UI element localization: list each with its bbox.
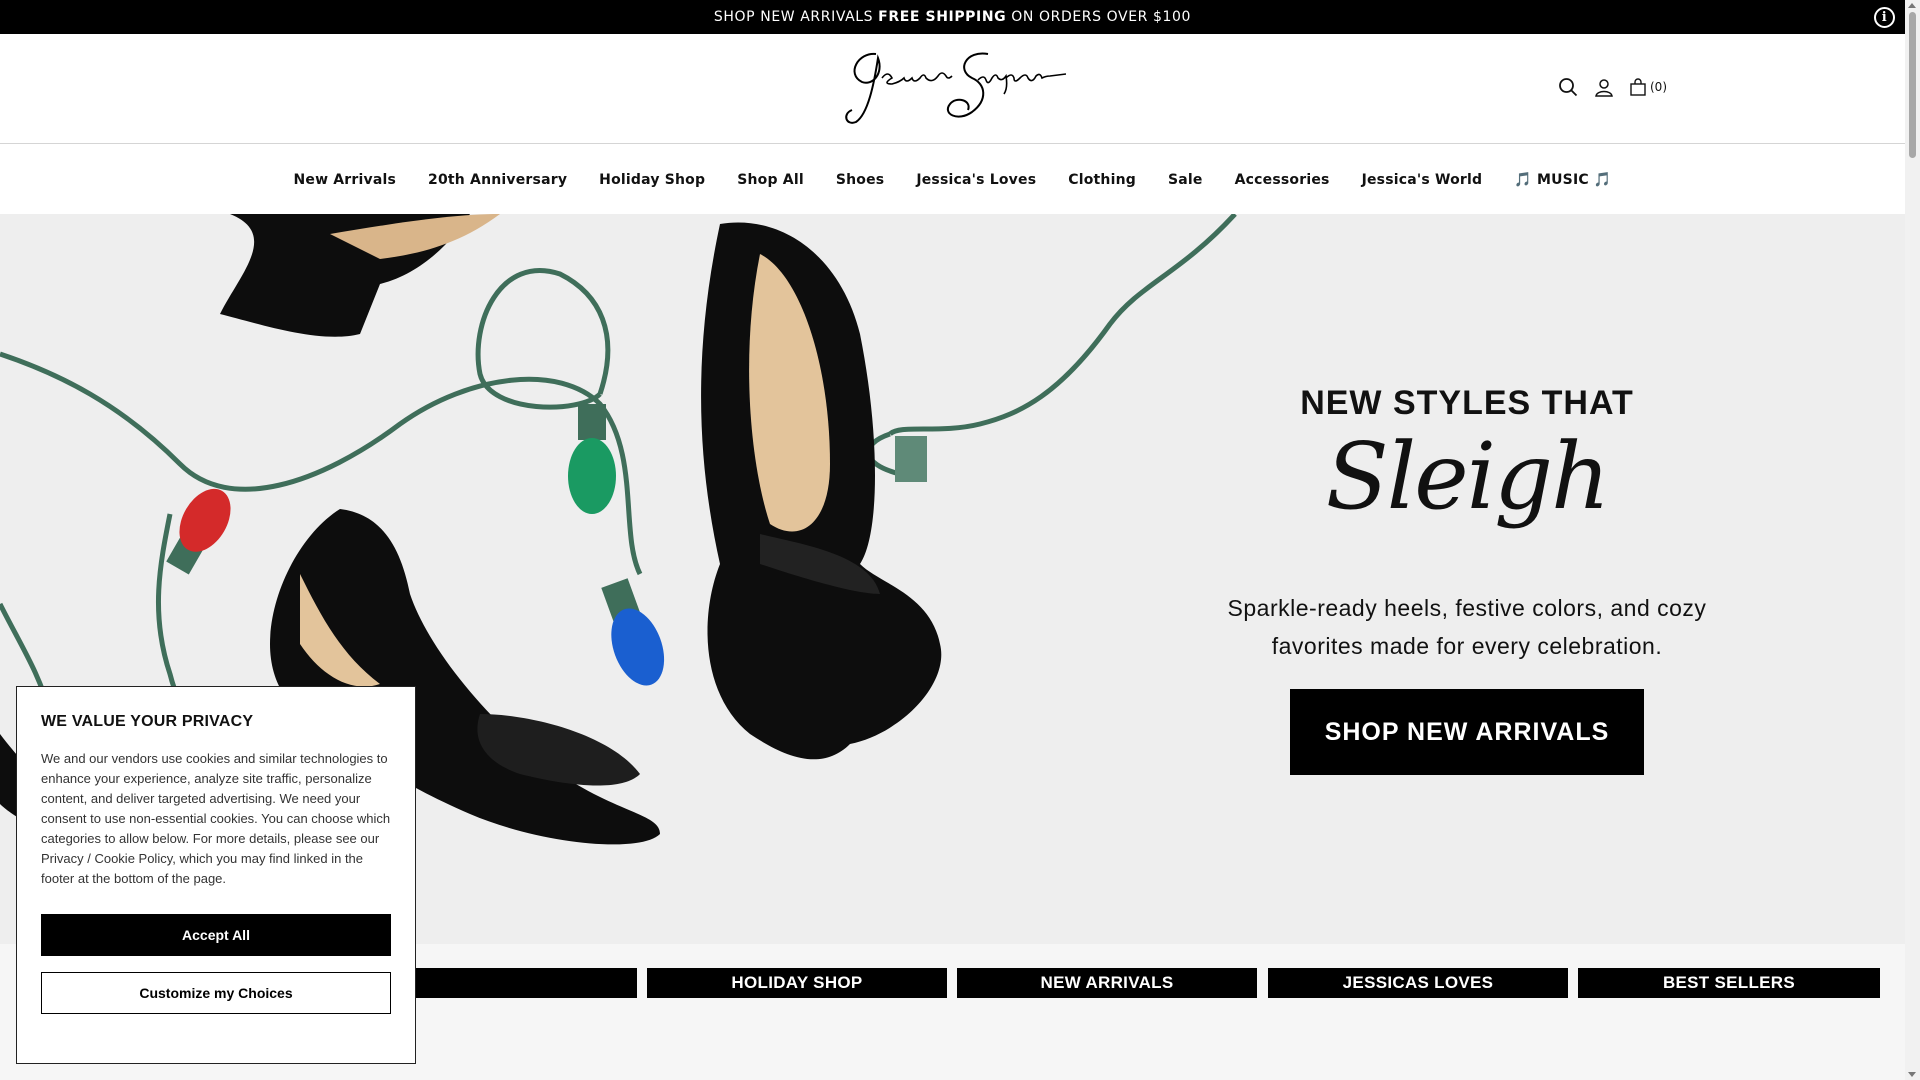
nav-item-accessories[interactable]: Accessories (1235, 172, 1330, 188)
page-scrollbar[interactable] (1905, 0, 1920, 1080)
nav-item-music[interactable]: 🎵 MUSIC 🎵 (1514, 172, 1611, 188)
scrollbar-thumb[interactable] (1909, 12, 1916, 158)
shop-new-arrivals-button[interactable]: SHOP NEW ARRIVALS (1290, 689, 1644, 775)
cookie-title: WE VALUE YOUR PRIVACY (41, 713, 254, 730)
nav-item-sale[interactable]: Sale (1168, 172, 1203, 188)
nav-item-jessicas-world[interactable]: Jessica's World (1362, 172, 1483, 188)
hero-script-text: Sleigh (1325, 423, 1610, 530)
info-icon[interactable]: i (1874, 7, 1895, 28)
announcement-bold: FREE SHIPPING (878, 9, 1007, 25)
cookie-body: We and our vendors use cookies and simil… (41, 751, 391, 886)
announcement-prefix: SHOP NEW ARRIVALS (713, 9, 874, 25)
customize-choices-button[interactable]: Customize my Choices (41, 972, 391, 1014)
hero-title: NEW STYLES THAT (1300, 384, 1634, 422)
accept-all-button[interactable]: Accept All (41, 914, 391, 956)
hero-subtitle-line-2: favorites made for every celebration. (1271, 633, 1663, 659)
shopping-bag-icon[interactable]: (0) (1629, 76, 1667, 98)
site-header: (0) (0, 34, 1905, 144)
cookie-consent-dialog: WE VALUE YOUR PRIVACY We and our vendors… (16, 686, 416, 1064)
nav-item-20th-anniversary[interactable]: 20th Anniversary (428, 172, 567, 188)
category-holiday-shop-button[interactable]: HOLIDAY SHOP (647, 968, 947, 998)
hero-text-block: NEW STYLES THAT Sleigh Sparkle-ready hee… (1180, 384, 1754, 775)
nav-item-clothing[interactable]: Clothing (1068, 172, 1136, 188)
category-best-sellers-button[interactable]: BEST SELLERS (1578, 968, 1880, 998)
announcement-suffix: ON ORDERS OVER $100 (1011, 9, 1192, 25)
nav-item-holiday-shop[interactable]: Holiday Shop (599, 172, 705, 188)
nav-item-shoes[interactable]: Shoes (836, 172, 885, 188)
jessica-simpson-logo[interactable] (838, 44, 1066, 128)
scroll-down-arrow-icon[interactable] (1908, 1072, 1916, 1077)
search-icon[interactable] (1557, 76, 1579, 98)
nav-item-shop-all[interactable]: Shop All (737, 172, 804, 188)
cart-count: (0) (1650, 80, 1667, 94)
category-jessicas-loves-button[interactable]: JESSICAS LOVES (1268, 968, 1568, 998)
header-icons: (0) (1557, 76, 1667, 98)
nav-item-new-arrivals[interactable]: New Arrivals (293, 172, 396, 188)
hero-subtitle-line-1: Sparkle-ready heels, festive colors, and… (1227, 595, 1707, 621)
announcement-bar[interactable]: SHOP NEW ARRIVALS FREE SHIPPING ON ORDER… (0, 0, 1905, 34)
main-nav: New Arrivals 20th Anniversary Holiday Sh… (0, 145, 1905, 214)
category-new-arrivals-button[interactable]: NEW ARRIVALS (957, 968, 1257, 998)
nav-item-jessicas-loves[interactable]: Jessica's Loves (916, 172, 1036, 188)
hero-subtitle: Sparkle-ready heels, festive colors, and… (1180, 589, 1754, 665)
scroll-up-arrow-icon[interactable] (1908, 3, 1916, 8)
account-icon[interactable] (1593, 76, 1615, 98)
